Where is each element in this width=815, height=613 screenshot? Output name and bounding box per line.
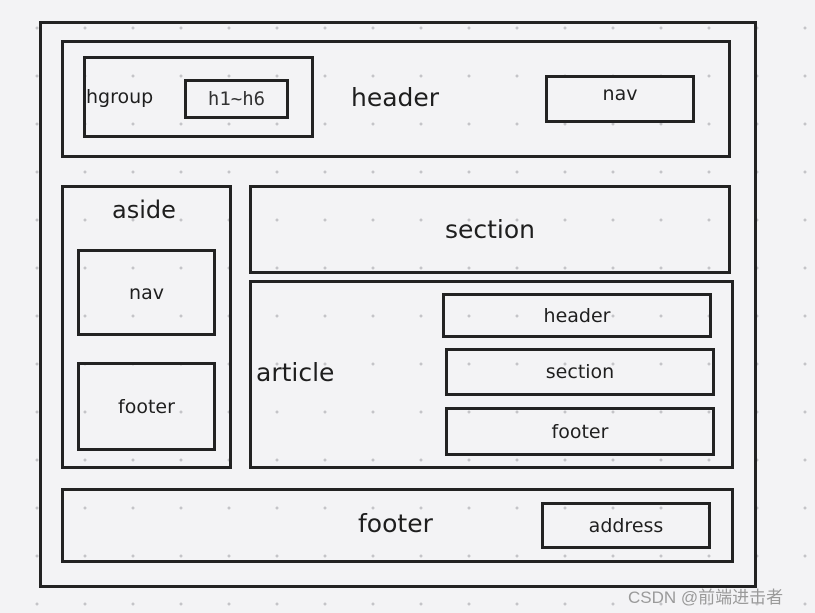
section-label: section: [444, 215, 536, 244]
aside-label: aside: [112, 196, 176, 224]
article-footer-label: footer: [551, 420, 609, 443]
footer-label: footer: [358, 509, 433, 538]
article-label: article: [256, 358, 335, 387]
article-section-label: section: [545, 361, 615, 383]
aside-footer-label: footer: [118, 395, 175, 418]
address-label: address: [588, 514, 664, 537]
header-nav-label: nav: [602, 83, 638, 105]
article-header-label: header: [543, 304, 611, 327]
address-box: address: [541, 502, 711, 549]
article-footer-box: footer: [445, 407, 715, 456]
watermark: CSDN @前端进击者: [628, 588, 784, 607]
aside-nav-box: nav: [77, 249, 216, 336]
h1-h6-label: h1~h6: [207, 88, 266, 110]
hgroup-label: hgroup: [86, 86, 154, 108]
section-box: section: [249, 185, 731, 274]
article-section-box: section: [445, 348, 715, 396]
aside-footer-box: footer: [77, 362, 216, 451]
aside-nav-label: nav: [129, 281, 164, 304]
header-label: header: [351, 83, 440, 112]
header-nav-box: nav: [545, 75, 695, 123]
h1-h6-box: h1~h6: [184, 79, 289, 119]
article-header-box: header: [442, 293, 712, 338]
